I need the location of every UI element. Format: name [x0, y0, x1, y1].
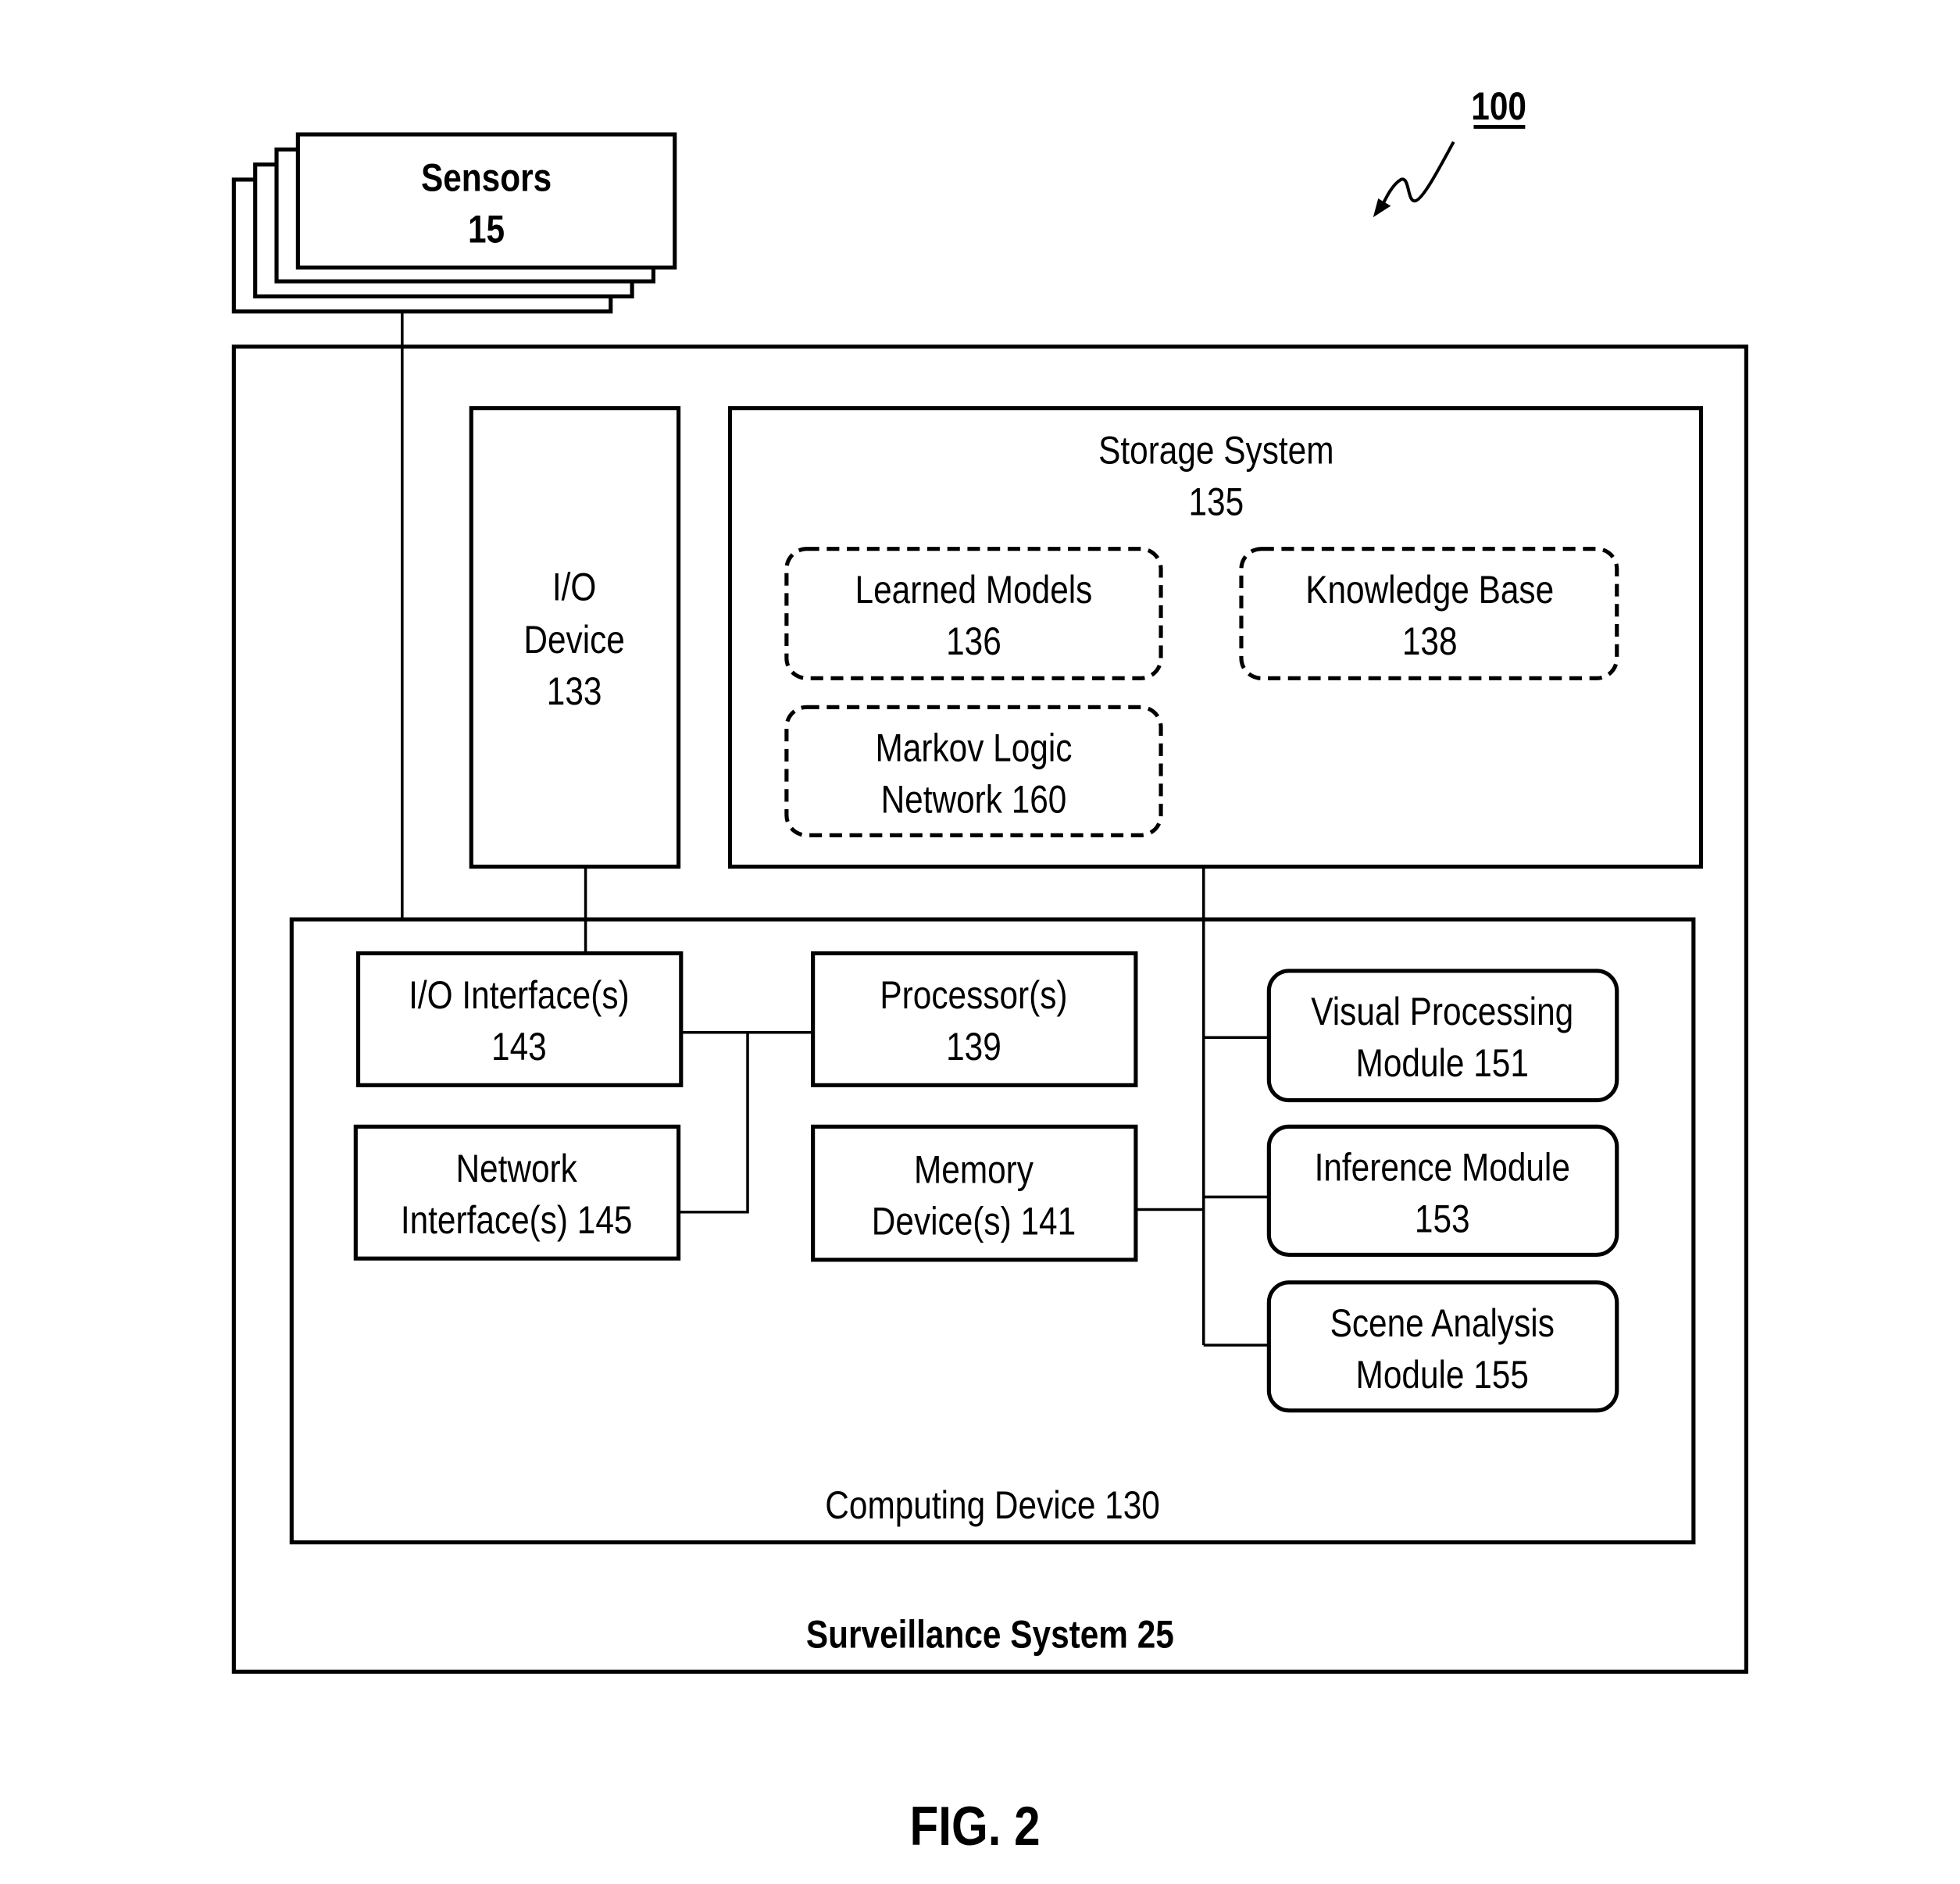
network-interface-label-1: Network	[455, 1147, 577, 1190]
figure-label: FIG. 2	[910, 1796, 1041, 1857]
processor-label: Processor(s)	[880, 973, 1067, 1017]
markov-logic-label-2: Network 160	[881, 777, 1067, 821]
surveillance-system-diagram: 100 Sensors 15 I/O Device 133 Storage Sy…	[231, 84, 1748, 1857]
storage-system-label: Storage System	[1098, 428, 1333, 472]
reference-numeral-100: 100	[1373, 84, 1526, 218]
reference-numeral-text: 100	[1471, 84, 1526, 128]
io-interface-number: 143	[491, 1025, 547, 1069]
inference-module-label-1: Inference Module	[1315, 1145, 1570, 1189]
learned-models-label: Learned Models	[855, 568, 1093, 612]
sensors-number: 15	[468, 207, 505, 251]
processor-number: 139	[946, 1025, 1001, 1069]
knowledge-base-label: Knowledge Base	[1305, 568, 1554, 612]
reference-arrow-icon	[1379, 141, 1455, 209]
visual-processing-label-2: Module 151	[1356, 1041, 1529, 1085]
memory-label-2: Device(s) 141	[872, 1199, 1076, 1243]
io-device-label-3: 133	[547, 669, 602, 713]
scene-analysis-label-1: Scene Analysis	[1330, 1301, 1555, 1345]
io-device-label-2: Device	[523, 618, 624, 662]
sensors-stack: Sensors 15	[231, 132, 677, 314]
computing-device-label: Computing Device 130	[825, 1483, 1160, 1527]
sensors-label: Sensors	[421, 155, 552, 199]
surveillance-system-label: Surveillance System 25	[806, 1612, 1174, 1656]
io-device-label-1: I/O	[552, 565, 597, 608]
network-interface-label-2: Interface(s) 145	[401, 1198, 633, 1242]
markov-logic-label-1: Markov Logic	[876, 726, 1073, 769]
learned-models-number: 136	[946, 619, 1001, 663]
scene-analysis-label-2: Module 155	[1356, 1353, 1529, 1397]
memory-label-1: Memory	[914, 1147, 1034, 1191]
io-interface-label: I/O Interface(s)	[409, 973, 629, 1017]
visual-processing-label-1: Visual Processing	[1311, 990, 1573, 1033]
inference-module-label-2: 153	[1415, 1197, 1470, 1240]
knowledge-base-number: 138	[1402, 619, 1458, 663]
arrowhead-icon	[1373, 198, 1391, 218]
storage-system-number: 135	[1188, 480, 1244, 523]
